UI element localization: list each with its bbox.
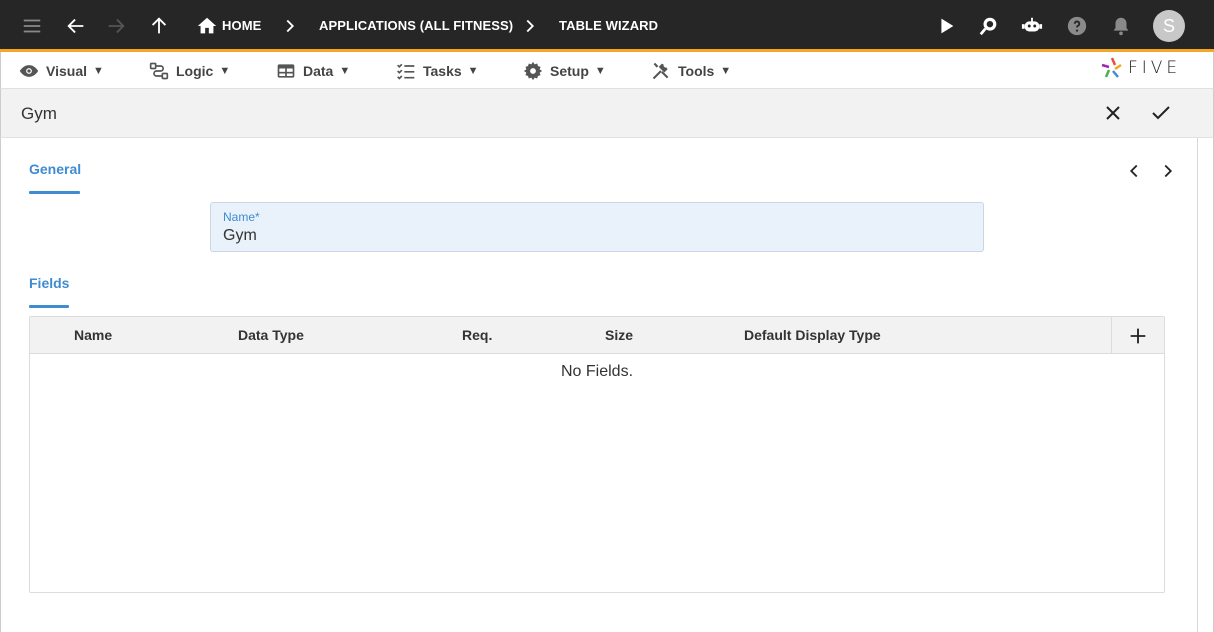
column-header-required[interactable]: Req. (462, 327, 492, 343)
avatar[interactable]: S (1153, 10, 1185, 42)
next-record-button[interactable] (1157, 160, 1179, 182)
tab-fields[interactable]: Fields (29, 275, 69, 291)
menu-bar: Visual ▼ Logic ▼ Data ▼ Tasks ▼ Setup ▼ … (0, 52, 1214, 89)
menu-tools[interactable]: Tools ▼ (651, 60, 731, 82)
tab-general-indicator (29, 191, 80, 194)
menu-tools-label: Tools (678, 63, 715, 79)
close-button[interactable] (1101, 101, 1125, 125)
menu-tasks-label: Tasks (423, 63, 462, 79)
column-header-default-display-type[interactable]: Default Display Type (744, 327, 881, 343)
menu-setup-label: Setup (550, 63, 589, 79)
tab-general[interactable]: General (29, 161, 81, 177)
menu-tasks[interactable]: Tasks ▼ (396, 60, 479, 82)
menu-visual-label: Visual (46, 63, 87, 79)
caret-icon: ▼ (219, 65, 231, 77)
check-icon (1152, 106, 1170, 120)
breadcrumb-applications[interactable]: APPLICATIONS (ALL FITNESS) (319, 18, 513, 33)
menu-logic[interactable]: Logic ▼ (149, 60, 230, 82)
column-header-name[interactable]: Name (74, 327, 112, 343)
five-logo: FIVE (1100, 56, 1181, 80)
menu-visual[interactable]: Visual ▼ (19, 60, 104, 82)
menu-logic-label: Logic (176, 63, 214, 79)
caret-icon: ▼ (339, 65, 351, 77)
close-icon (1106, 106, 1120, 120)
back-arrow-icon[interactable] (64, 14, 88, 38)
chevron-right-icon (1164, 164, 1173, 178)
chevron-right-icon (518, 14, 542, 38)
chevron-left-icon (1129, 164, 1138, 178)
fields-table: Name Data Type Req. Size Default Display… (29, 316, 1165, 593)
breadcrumb-home[interactable]: HOME (222, 18, 261, 33)
tools-icon (652, 62, 669, 80)
home-icon[interactable] (195, 14, 219, 38)
top-app-bar: HOME APPLICATIONS (ALL FITNESS) TABLE WI… (0, 0, 1214, 52)
forward-arrow-icon[interactable] (104, 14, 128, 38)
column-header-data-type[interactable]: Data Type (238, 327, 304, 343)
scrollbar[interactable] (1197, 138, 1198, 632)
page-title: Gym (21, 104, 57, 123)
tab-fields-indicator (29, 305, 69, 308)
name-input[interactable] (223, 227, 963, 245)
play-icon[interactable] (934, 14, 958, 38)
logo-text: FIVE (1128, 58, 1182, 78)
breadcrumb-table-wizard[interactable]: TABLE WIZARD (559, 18, 658, 33)
caret-icon: ▼ (93, 65, 104, 77)
search-chat-icon[interactable] (977, 14, 1001, 38)
logic-flow-icon (149, 62, 169, 80)
menu-icon[interactable] (20, 14, 44, 38)
caret-icon: ▼ (467, 65, 479, 77)
caret-icon: ▼ (594, 65, 606, 77)
robot-icon[interactable] (1020, 14, 1044, 38)
menu-data[interactable]: Data ▼ (276, 60, 350, 82)
required-marker: * (255, 210, 260, 224)
bell-icon[interactable] (1109, 14, 1133, 38)
page-header: Gym (0, 89, 1214, 138)
gear-icon (523, 61, 543, 81)
menu-data-label: Data (303, 63, 334, 79)
help-icon[interactable] (1065, 14, 1089, 38)
five-logo-icon (1101, 57, 1122, 78)
chevron-right-icon (278, 14, 302, 38)
previous-record-button[interactable] (1123, 160, 1145, 182)
table-header: Name Data Type Req. Size Default Display… (30, 317, 1164, 354)
name-field[interactable]: Name* (210, 202, 984, 252)
menu-setup[interactable]: Setup ▼ (523, 60, 606, 82)
empty-table-message: No Fields. (560, 363, 634, 380)
eye-icon (19, 65, 39, 77)
checklist-icon (397, 63, 415, 80)
plus-icon (1130, 328, 1146, 343)
column-header-size[interactable]: Size (605, 327, 633, 343)
add-field-button[interactable] (1111, 317, 1164, 354)
table-icon (277, 64, 295, 78)
confirm-button[interactable] (1149, 101, 1173, 125)
caret-icon: ▼ (720, 65, 732, 77)
up-arrow-icon[interactable] (147, 14, 171, 38)
name-field-label: Name* (223, 210, 260, 224)
